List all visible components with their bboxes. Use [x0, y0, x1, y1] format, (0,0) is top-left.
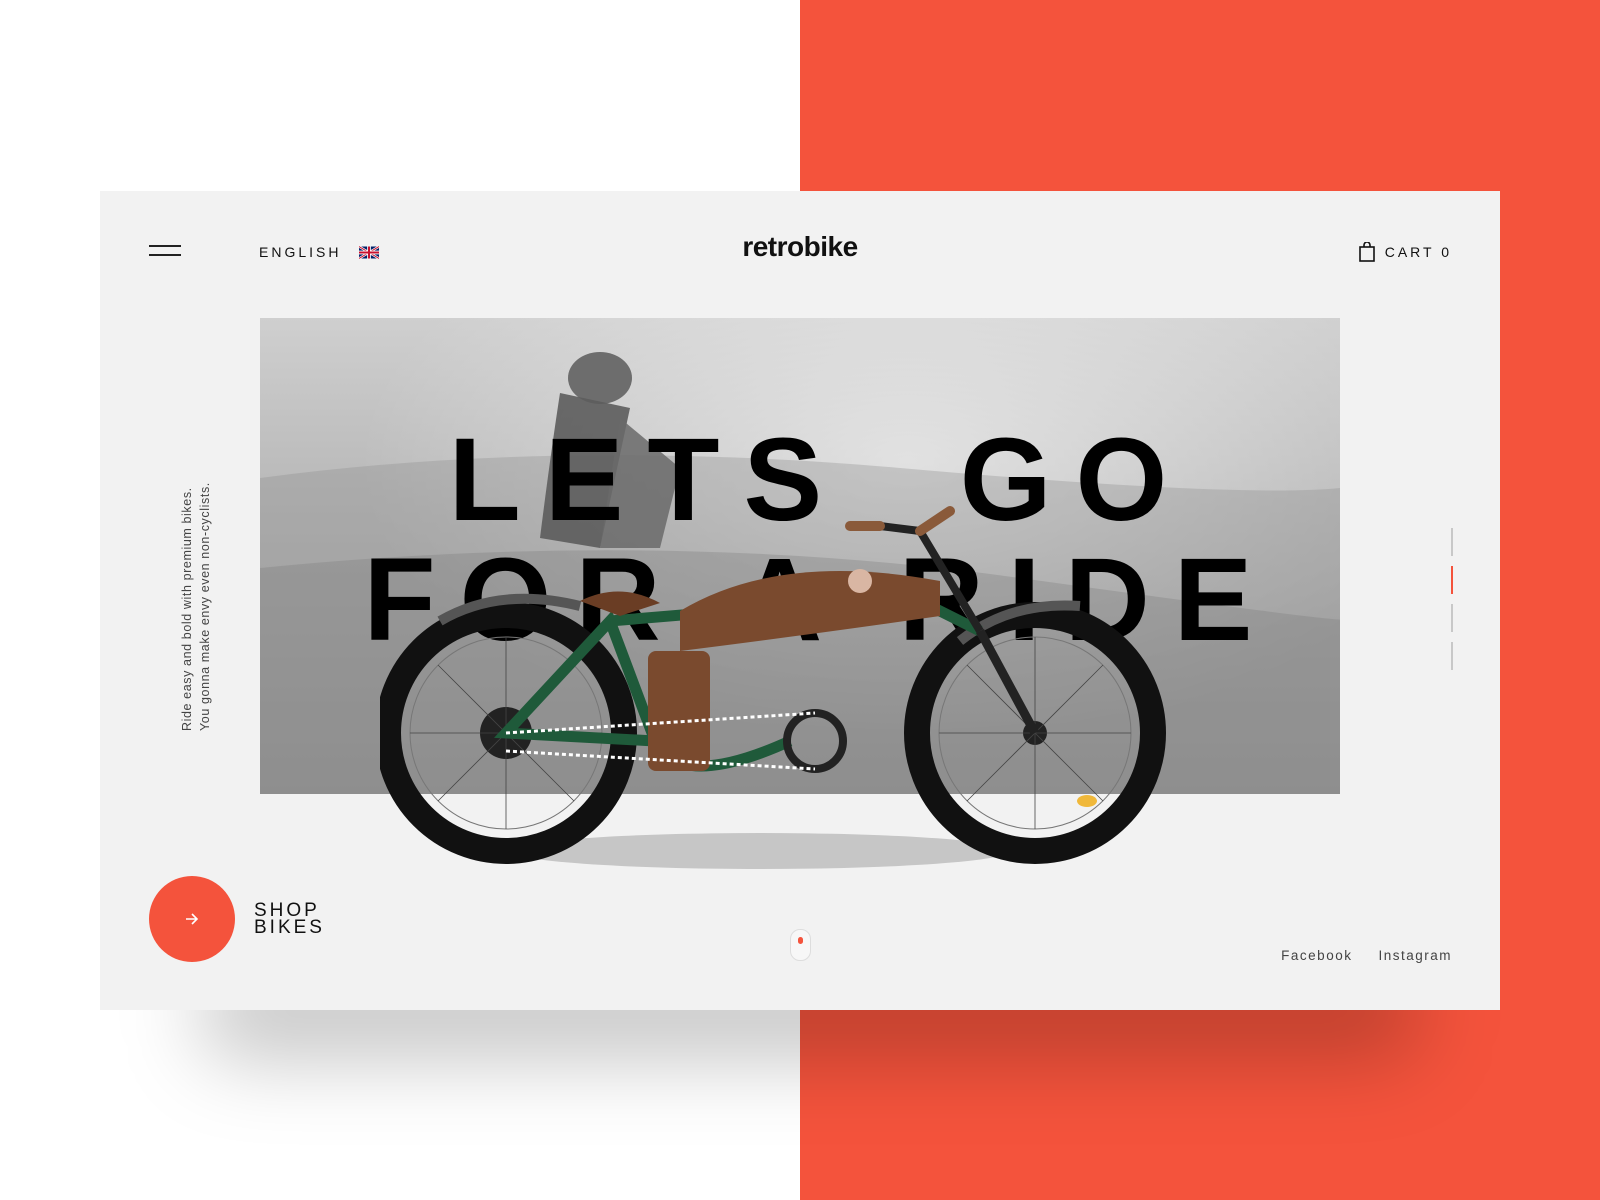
bike-product-image	[380, 506, 1166, 869]
shop-bikes-label[interactable]: SHOP BIKES	[254, 901, 344, 938]
slide-indicator-4[interactable]	[1451, 642, 1453, 670]
shop-label-line2: BIKES	[254, 917, 325, 938]
social-links: Facebook Instagram	[1281, 948, 1452, 963]
landing-card: ENGLISH retrobike CART 0 Ride easy and b…	[100, 191, 1500, 1010]
facebook-link[interactable]: Facebook	[1281, 948, 1352, 963]
instagram-link[interactable]: Instagram	[1378, 948, 1452, 963]
cart-button[interactable]: CART 0	[1358, 242, 1452, 262]
arrow-right-icon	[186, 913, 199, 925]
cart-label: CART 0	[1384, 244, 1452, 260]
slide-indicator-2[interactable]	[1451, 566, 1453, 594]
slide-indicator-3[interactable]	[1451, 604, 1453, 632]
shopping-bag-icon	[1358, 242, 1375, 262]
scroll-mouse-icon[interactable]	[790, 929, 811, 961]
shop-bikes-button[interactable]	[149, 876, 235, 962]
slide-indicator-1[interactable]	[1451, 528, 1453, 556]
slide-progress-indicator	[1451, 528, 1453, 680]
brand-logo[interactable]: retrobike	[100, 231, 1500, 263]
